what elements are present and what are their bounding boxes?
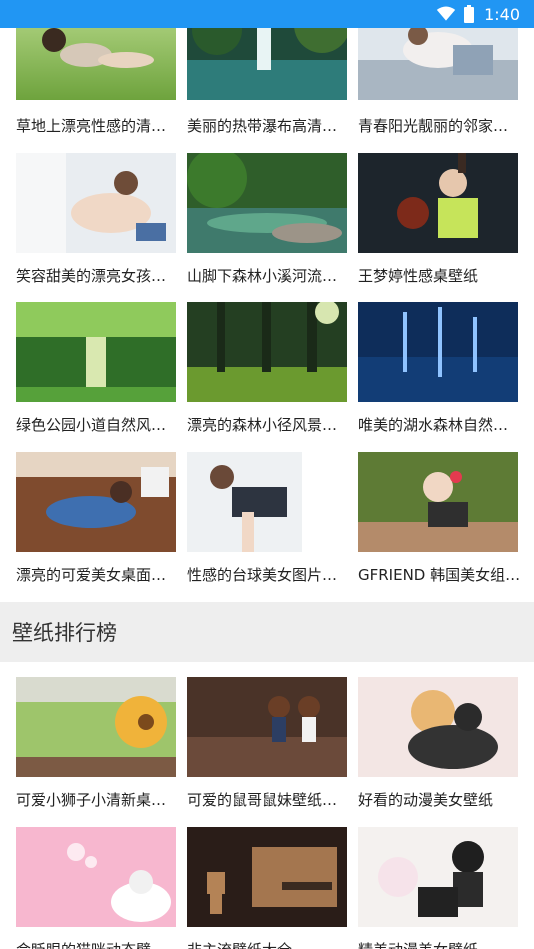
- ranking-section-header: 壁纸排行榜: [0, 602, 534, 662]
- thumbnail-image: [187, 302, 347, 402]
- thumbnail-image: [358, 153, 518, 253]
- wallpaper-title: 山脚下森林小溪河流…: [187, 267, 338, 285]
- wallpaper-title: 精美动漫美女壁纸: [358, 939, 528, 949]
- thumbnail-image: [358, 677, 518, 777]
- wallpaper-title: 绿色公园小道自然风…: [16, 416, 167, 434]
- wallpaper-title: 唯美的湖水森林自然…: [358, 416, 509, 434]
- battery-icon: [464, 5, 475, 23]
- thumbnail-image: [16, 827, 176, 927]
- wallpaper-title: 青春阳光靓丽的邻家…: [358, 117, 509, 135]
- thumbnail-image: [16, 302, 176, 402]
- thumbnail-image: [358, 28, 518, 100]
- thumbnail-image: [16, 28, 176, 100]
- section-title: 壁纸排行榜: [12, 621, 117, 645]
- thumbnail-image: [187, 452, 347, 552]
- thumbnail-image: [358, 827, 518, 927]
- wallpaper-title: GFRIEND 韩国美女组…: [358, 566, 521, 584]
- wallpaper-title: 漂亮的森林小径风景…: [187, 416, 338, 434]
- status-bar: 1:40: [0, 0, 534, 28]
- wallpaper-title: 可爱小狮子小清新桌…: [16, 791, 167, 809]
- thumbnail-image: [16, 452, 176, 552]
- wallpaper-title: 笑容甜美的漂亮女孩…: [16, 267, 167, 285]
- thumbnail-image: [187, 827, 347, 927]
- wallpaper-feed[interactable]: 草地上漂亮性感的清… 美丽的热带瀑布高清… 青春阳光靓丽的邻家… 笑容甜美的漂亮…: [0, 28, 534, 949]
- thumbnail-image: [358, 302, 518, 402]
- wallpaper-title: 王梦婷性感桌壁纸: [358, 267, 479, 285]
- thumbnail-image: [16, 677, 176, 777]
- wallpaper-title: 会眨眼的猫咪动态壁…: [16, 939, 186, 949]
- wallpaper-title: 草地上漂亮性感的清…: [16, 117, 167, 135]
- thumbnail-image: [187, 677, 347, 777]
- thumbnail-image: [16, 153, 176, 253]
- thumbnail-image: [187, 28, 347, 100]
- thumbnail-image: [358, 452, 518, 552]
- status-time: 1:40: [484, 4, 520, 24]
- wallpaper-title: 性感的台球美女图片…: [187, 566, 338, 584]
- wallpaper-title: 非主流壁纸大全: [187, 939, 357, 949]
- wifi-icon: [436, 6, 456, 21]
- thumbnail-image: [187, 153, 347, 253]
- wallpaper-title: 漂亮的可爱美女桌面…: [16, 566, 167, 584]
- wallpaper-title: 可爱的鼠哥鼠妹壁纸…: [187, 791, 338, 809]
- wallpaper-title: 好看的动漫美女壁纸: [358, 791, 494, 809]
- wallpaper-title: 美丽的热带瀑布高清…: [187, 117, 338, 135]
